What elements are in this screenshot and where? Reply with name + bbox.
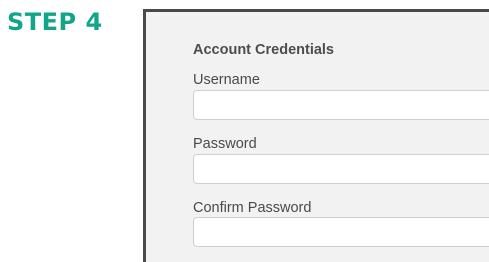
confirm-password-label: Confirm Password [193, 200, 312, 216]
password-label: Password [193, 136, 257, 152]
section-title: Account Credentials [193, 42, 334, 58]
account-credentials-form: Account Credentials Username Password Co… [143, 9, 489, 262]
password-input[interactable] [193, 154, 489, 184]
username-input[interactable] [193, 90, 489, 120]
step-title: STEP 4 [7, 8, 103, 36]
username-label: Username [193, 72, 260, 88]
confirm-password-input[interactable] [193, 217, 489, 247]
